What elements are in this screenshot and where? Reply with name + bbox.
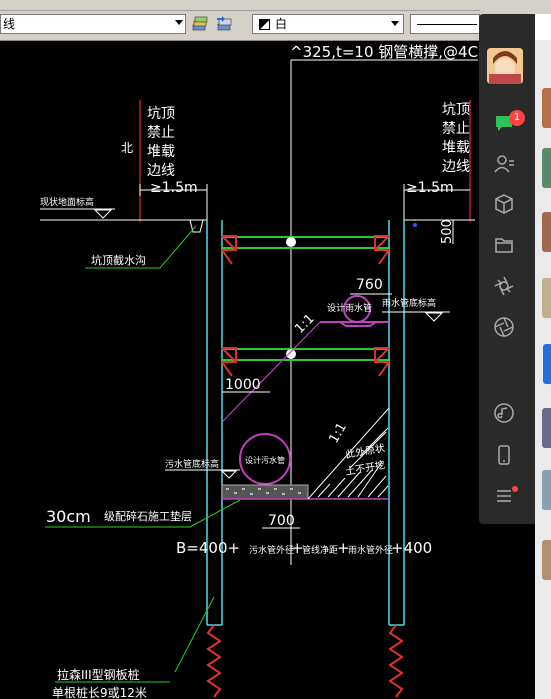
slope-lower-label: 1:1 — [326, 420, 349, 446]
chat-list-item-thumbnail[interactable] — [542, 148, 551, 188]
cushion-leader — [189, 499, 241, 528]
strut-upper-node — [286, 237, 296, 247]
color-dropdown-value: 白 — [275, 17, 288, 31]
chat-list-item-thumbnail[interactable] — [542, 540, 551, 580]
layer-states-icon[interactable] — [191, 15, 209, 33]
dim-1000-label: 1000 — [225, 377, 261, 393]
cushion-size-label: 30cm — [46, 507, 91, 526]
width-formula-part1: 污水管外径 — [249, 544, 294, 556]
gravel-cushion — [221, 484, 309, 500]
ditch-label: 坑顶截水沟 — [91, 253, 146, 267]
dim-right-label: ≥1.5m — [406, 180, 454, 196]
rain-pipe-bottom-label: 雨水管底标高 — [382, 297, 436, 309]
sewage-pipe-bottom-label: 污水管底标高 — [165, 458, 219, 470]
slope-upper-line — [221, 321, 321, 423]
avatar[interactable] — [487, 48, 523, 84]
contacts-icon[interactable] — [493, 153, 515, 175]
dim-760-label: 760 — [356, 277, 383, 293]
folder-icon[interactable] — [493, 234, 515, 256]
layer-dropdown-value: 线 — [3, 17, 16, 31]
width-formula: B=400+ 污水管外径 + 管线净距 + 雨水管外径 +400 — [176, 538, 432, 557]
backfill-label-2: 土不开挖 — [344, 458, 386, 478]
layer-dropdown[interactable]: 线 — [0, 14, 186, 34]
color-dropdown[interactable]: 白 — [252, 14, 404, 34]
rain-level-marker — [424, 312, 444, 322]
pile-tip-left — [206, 624, 222, 698]
rain-pipe-design-label: 设计雨水管 — [327, 302, 372, 314]
moments-icon[interactable] — [493, 275, 515, 297]
level-marker — [93, 209, 113, 219]
bracket-lower-right — [374, 347, 390, 377]
chevron-down-icon[interactable] — [391, 21, 399, 26]
rain-trench — [320, 321, 389, 327]
color-swatch — [259, 19, 270, 30]
phone-icon[interactable] — [493, 444, 515, 466]
pit-top-left-2: 禁止 — [147, 125, 175, 141]
sewage-pipe-design-label: 设计污水管 — [245, 455, 285, 465]
pit-top-right-3: 堆载 — [442, 140, 470, 156]
sheet-pile-label-2: 单根桩长9或12米 — [52, 685, 147, 699]
toolbar-icon-row — [0, 0, 480, 11]
cad-toolbar: 线 白 — [0, 0, 551, 41]
width-formula-part3: 雨水管外径 — [348, 544, 393, 556]
ground-level-label: 现状地面标高 — [40, 196, 94, 208]
pit-top-left-1: 坑顶 — [147, 106, 175, 122]
pit-top-right-2: 禁止 — [442, 121, 470, 137]
strut-lower-node — [286, 349, 296, 359]
cushion-label: 级配碎石施工垫层 — [104, 509, 192, 523]
width-formula-part2: 管线净距 — [302, 544, 338, 556]
chat-list-item-thumbnail[interactable] — [542, 470, 551, 510]
music-icon[interactable] — [493, 402, 515, 424]
width-formula-lead: B=400+ — [176, 539, 240, 557]
north-label: 北 — [121, 141, 133, 155]
pit-top-left-4: 边线 — [147, 163, 175, 179]
width-formula-tail: +400 — [391, 539, 432, 557]
backfill-label-1: 此外原状 — [344, 441, 386, 461]
aperture-icon[interactable] — [493, 316, 515, 338]
sheet-pile-label-1: 拉森III型钢板桩 — [57, 667, 140, 682]
chat-side-panel: 1 — [479, 14, 535, 524]
pit-top-right-4: 边线 — [442, 159, 470, 175]
cube-icon[interactable] — [493, 193, 515, 215]
chat-list-header — [535, 14, 551, 40]
layer-previous-icon[interactable] — [215, 15, 233, 33]
chevron-down-icon[interactable] — [175, 20, 183, 25]
chat-list-item-thumbnail[interactable] — [542, 408, 551, 448]
pile-tip-right — [388, 624, 404, 698]
pit-top-right-1: 坑顶 — [442, 102, 470, 118]
strut-spec-label: ^325,t=10 钢管横撑,@4C — [290, 43, 478, 61]
chat-list-item-thumbnail[interactable] — [542, 212, 551, 252]
drawing-marker — [413, 223, 417, 227]
avatar-image — [487, 48, 523, 84]
chat-list-item-thumbnail[interactable] — [542, 278, 551, 318]
pit-top-left-3: 堆载 — [147, 144, 175, 160]
linetype-dropdown[interactable] — [410, 14, 480, 34]
bracket-lower-left — [221, 347, 237, 377]
chat-badge: 1 — [509, 110, 525, 126]
linetype-preview — [417, 24, 477, 25]
sewage-level-marker — [220, 470, 238, 479]
ditch-leader — [159, 225, 197, 269]
cad-drawing-canvas[interactable]: ^325,t=10 钢管横撑,@4C 坑顶 禁止 堆载 边线 北 坑顶 禁止 堆… — [0, 40, 480, 699]
bracket-upper-right — [374, 235, 390, 265]
chat-list-active-indicator[interactable] — [543, 344, 551, 384]
slope-upper-label: 1:1 — [292, 311, 317, 336]
pile-leader — [174, 596, 215, 673]
chat-list-item-thumbnail[interactable] — [542, 88, 551, 128]
menu-dot-badge — [512, 486, 518, 492]
bracket-upper-left — [221, 235, 237, 265]
dim-700-label: 700 — [268, 513, 295, 529]
dim-left-label: ≥1.5m — [150, 180, 198, 196]
